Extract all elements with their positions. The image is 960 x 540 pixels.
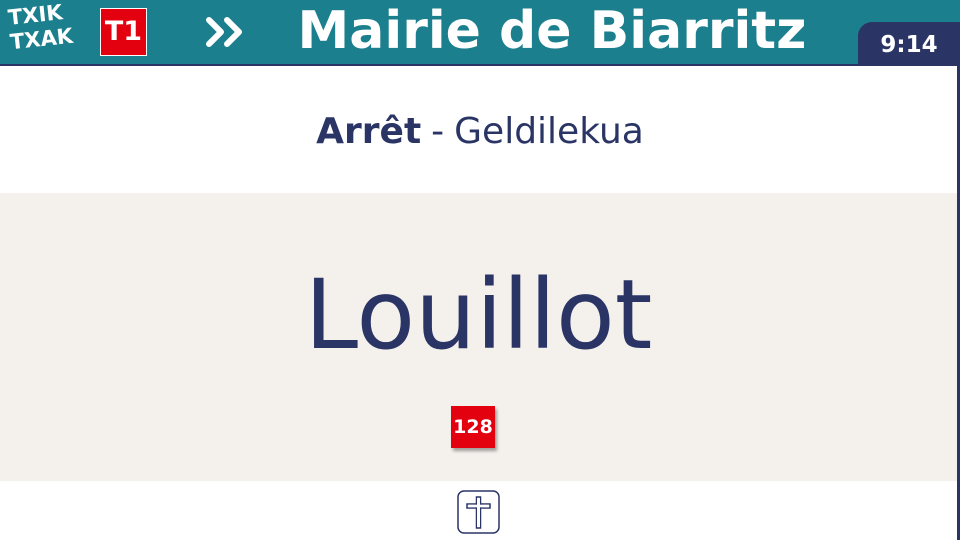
stop-label-fr: Arrêt [316, 111, 422, 152]
clock: 9:14 [858, 22, 960, 66]
logo-line2: TXAK [8, 23, 75, 55]
header-bar: TXIK TXAK T1 Mairie de Biarritz 9:14 [0, 0, 960, 66]
destination-title: Mairie de Biarritz [297, 1, 807, 61]
stop-name: Louillot [304, 259, 653, 371]
stop-label-separator: - [431, 111, 445, 152]
line-badge: T1 [100, 8, 147, 56]
stop-display-screen: TXIK TXAK T1 Mairie de Biarritz 9:14 Arr… [0, 0, 960, 540]
stop-label-eu: Geldilekua [454, 111, 644, 152]
txik-txak-logo: TXIK TXAK [6, 0, 92, 61]
stop-label: Arrêt - Geldilekua [0, 104, 960, 160]
connection-line-badge: 128 [451, 406, 495, 448]
double-chevron-right-icon [206, 17, 242, 47]
cemetery-cross-icon [457, 490, 500, 534]
